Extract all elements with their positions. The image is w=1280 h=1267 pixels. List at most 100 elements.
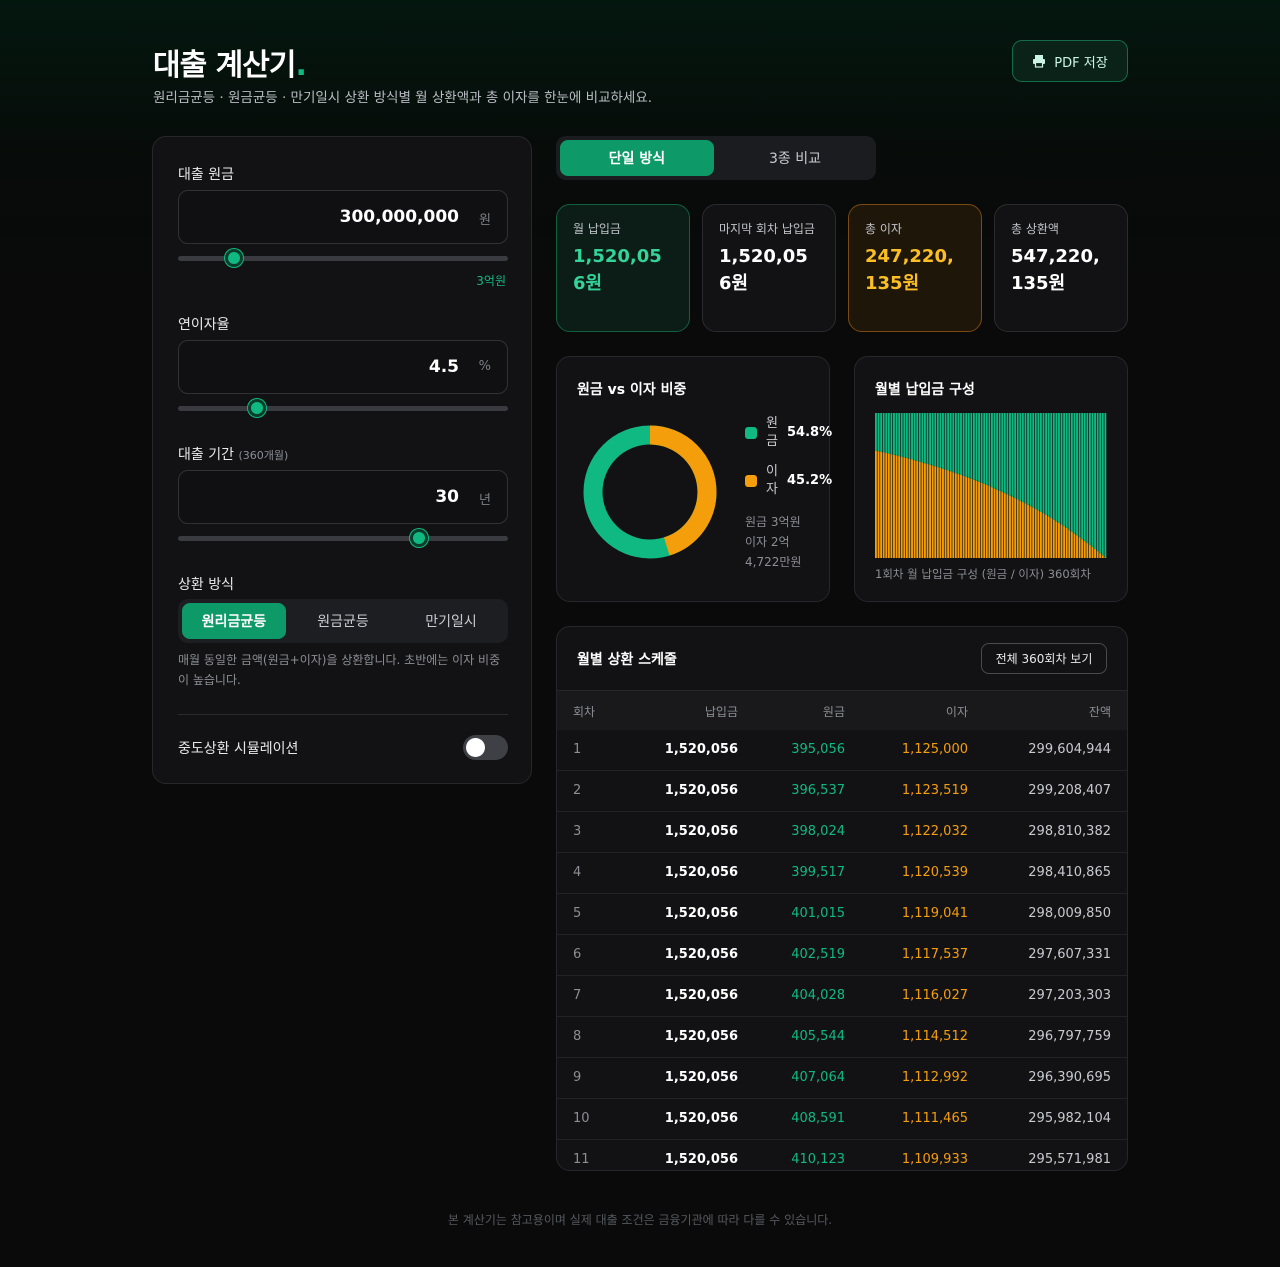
bar-interest <box>1039 511 1042 558</box>
bar-principal <box>1055 413 1058 522</box>
bar-principal <box>913 413 916 461</box>
term-input[interactable]: 30 년 <box>178 470 508 524</box>
bar-interest <box>875 450 877 558</box>
bar-principal <box>1073 413 1076 534</box>
schedule-rows: 1 1,520,056 395,056 1,125,000 299,604,944 2 1,… <box>557 730 1127 1170</box>
bar-principal <box>1065 413 1068 528</box>
table-row: 9 1,520,056 407,064 1,112,992 296,390,695 <box>557 1058 1127 1099</box>
composition-caption: 1회차 월 납입금 구성 (원금 / 이자) 360회차 <box>875 567 1091 581</box>
cell-round: 11 <box>573 1152 590 1167</box>
bar-principal <box>985 413 988 486</box>
bar-interest <box>880 451 883 558</box>
principal-slider[interactable] <box>178 249 508 267</box>
table-row: 7 1,520,056 404,028 1,116,027 297,203,303 <box>557 976 1127 1017</box>
bar-interest <box>1050 518 1053 558</box>
bar-interest <box>893 454 895 558</box>
bar-principal <box>947 413 950 471</box>
card-total-repayment: 총 상환액 547,220,135원 <box>994 204 1128 332</box>
bar-principal <box>1034 413 1037 510</box>
cell-principal: 402,519 <box>791 947 845 962</box>
term-slider[interactable] <box>178 529 508 547</box>
bar-principal <box>934 413 937 467</box>
bar-principal <box>942 413 944 469</box>
legend-swatch-interest <box>745 475 757 487</box>
cell-balance: 299,604,944 <box>1028 742 1111 757</box>
cell-payment: 1,520,056 <box>664 865 738 880</box>
tab-single[interactable]: 단일 방식 <box>560 140 714 176</box>
pdf-save-button[interactable]: PDF 저장 <box>1012 40 1128 82</box>
bar-interest <box>1037 510 1040 558</box>
bar-principal <box>931 413 934 466</box>
bar-principal <box>1016 413 1019 500</box>
cell-payment: 1,520,056 <box>664 742 738 757</box>
bar-interest <box>978 481 980 558</box>
bar-interest <box>905 458 908 558</box>
bar-interest <box>949 471 952 558</box>
prepay-toggle[interactable] <box>463 735 508 760</box>
bar-principal <box>1096 413 1099 552</box>
bar-principal <box>1027 413 1029 505</box>
cell-round: 6 <box>573 947 582 962</box>
bar-interest <box>895 455 898 558</box>
cell-payment: 1,520,056 <box>664 824 738 839</box>
bar-interest <box>988 486 991 558</box>
bar-interest <box>918 461 921 558</box>
method-option-bullet[interactable]: 만기일시 <box>398 603 504 639</box>
bar-principal <box>916 413 919 462</box>
cell-principal: 404,028 <box>791 988 845 1003</box>
bar-interest <box>1094 549 1096 558</box>
bar-principal <box>1104 413 1107 558</box>
page-subtitle: 원리금균등 · 원금균등 · 만기일시 상환 방식별 월 상환액과 총 이자를 … <box>153 90 653 106</box>
bar-interest <box>1016 499 1019 558</box>
rate-slider[interactable] <box>178 399 508 417</box>
method-label: 상환 방식 <box>178 577 234 593</box>
bar-principal <box>1060 413 1063 525</box>
cell-principal: 398,024 <box>791 824 845 839</box>
tab-compare[interactable]: 3종 비교 <box>718 140 872 176</box>
method-option-equal-payment[interactable]: 원리금균등 <box>182 603 286 639</box>
bar-principal <box>980 413 983 483</box>
cell-principal: 408,591 <box>791 1111 845 1126</box>
principal-slider-handle[interactable] <box>225 249 244 267</box>
bar-principal <box>993 413 996 489</box>
bar-interest <box>942 468 944 558</box>
cell-interest: 1,114,512 <box>901 1029 968 1044</box>
term-value: 30 <box>435 487 459 507</box>
method-option-equal-principal[interactable]: 원금균등 <box>290 603 396 639</box>
bar-interest <box>1073 533 1076 558</box>
view-all-button[interactable]: 전체 360회차 보기 <box>981 643 1107 674</box>
bar-interest <box>996 489 999 558</box>
bar-interest <box>890 454 893 558</box>
term-slider-handle[interactable] <box>409 529 428 547</box>
principal-input[interactable]: 300,000,000 원 <box>178 190 508 244</box>
bar-interest <box>975 480 978 558</box>
bar-interest <box>965 476 968 558</box>
bar-interest <box>1055 521 1058 558</box>
page-title: 대출 계산기. <box>153 48 307 83</box>
bar-principal <box>882 413 885 453</box>
col-principal: 원금 <box>822 705 845 719</box>
table-row: 5 1,520,056 401,015 1,119,041 298,009,850 <box>557 894 1127 935</box>
table-row: 6 1,520,056 402,519 1,117,537 297,607,331 <box>557 935 1127 976</box>
bar-interest <box>1014 498 1017 558</box>
bar-interest <box>934 466 937 558</box>
cell-interest: 1,122,032 <box>901 824 968 839</box>
cell-round: 9 <box>573 1070 582 1085</box>
cell-principal: 410,123 <box>791 1152 845 1167</box>
rate-slider-handle[interactable] <box>248 399 267 417</box>
rate-input[interactable]: 4.5 % <box>178 340 508 394</box>
bar-principal <box>978 413 980 482</box>
divider <box>178 714 508 715</box>
bar-interest <box>985 485 988 558</box>
bar-principal <box>1037 413 1040 511</box>
bar-interest <box>929 464 932 558</box>
bar-interest <box>1068 530 1071 558</box>
bar-principal <box>1081 413 1084 540</box>
bar-interest <box>980 482 983 558</box>
bar-interest <box>947 470 950 558</box>
bar-principal <box>895 413 898 456</box>
bar-principal <box>1101 413 1104 556</box>
bar-interest <box>931 465 934 558</box>
bar-principal <box>949 413 952 472</box>
bar-interest <box>1029 506 1032 558</box>
